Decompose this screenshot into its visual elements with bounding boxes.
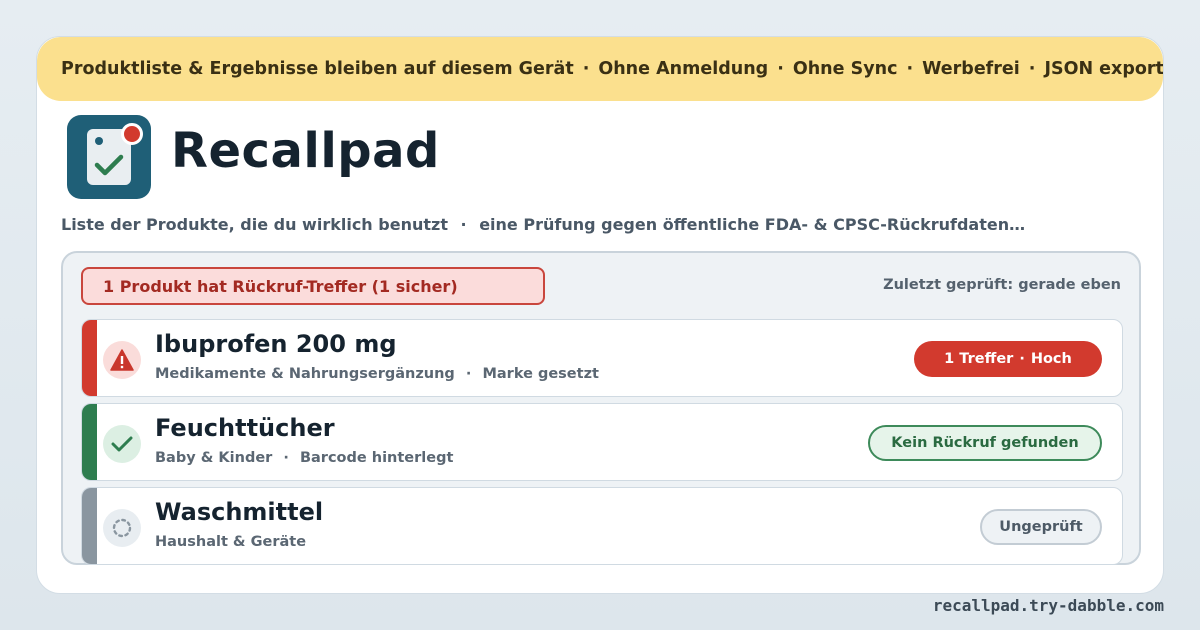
product-category: Haushalt & Geräte: [155, 534, 307, 550]
pending-icon: [103, 509, 141, 547]
subtitle-part: Liste der Produkte, die du wirklich benu…: [61, 215, 448, 234]
privacy-banner: Produktliste & Ergebnisse bleiben auf di…: [37, 37, 1163, 101]
meta-separator: ·: [465, 366, 472, 382]
recall-match-badge[interactable]: 1 Treffer · Hoch: [914, 341, 1102, 377]
product-category: Baby & Kinder: [155, 450, 273, 466]
clipboard-check-icon: [67, 115, 151, 199]
pill-separator: ·: [1019, 351, 1025, 367]
product-row-ibuprofen[interactable]: Ibuprofen 200 mg Medikamente & Nahrungse…: [81, 319, 1123, 397]
product-detail: Marke gesetzt: [482, 366, 599, 382]
app-subtitle: Liste der Produkte, die du wirklich benu…: [61, 215, 1025, 234]
warning-icon: [103, 341, 141, 379]
product-panel: 1 Produkt hat Rückruf-Treffer (1 sicher)…: [61, 251, 1141, 565]
status-accent-bar: [82, 488, 97, 564]
product-name: Waschmittel: [155, 498, 324, 526]
banner-item: Ohne Anmeldung: [598, 59, 769, 79]
product-meta: Haushalt & Geräte: [155, 534, 306, 550]
product-row-waschmittel[interactable]: Waschmittel Haushalt & Geräte Ungeprüft: [81, 487, 1123, 565]
site-url[interactable]: recallpad.try-dabble.com: [933, 596, 1164, 615]
match-count: 1 Treffer: [944, 351, 1014, 367]
banner-item: Ohne Sync: [792, 59, 898, 79]
product-name: Ibuprofen 200 mg: [155, 330, 397, 358]
subtitle-separator: ·: [460, 215, 467, 234]
product-category: Medikamente & Nahrungsergänzung: [155, 366, 455, 382]
banner-item: Werbefrei: [922, 59, 1020, 79]
status-accent-bar: [82, 404, 97, 480]
product-meta: Baby & Kinder · Barcode hinterlegt: [155, 450, 453, 466]
meta-separator: ·: [283, 450, 289, 466]
banner-item: Produktliste & Ergebnisse bleiben auf di…: [61, 59, 574, 79]
status-accent-bar: [82, 320, 97, 396]
app-title: Recallpad: [171, 123, 440, 179]
last-checked-status: Zuletzt geprüft: gerade eben: [883, 277, 1121, 293]
banner-separator: ·: [1028, 59, 1036, 79]
banner-separator: ·: [777, 59, 784, 79]
product-detail: Barcode hinterlegt: [299, 450, 454, 466]
subtitle-part: eine Prüfung gegen öffentliche FDA- & CP…: [479, 215, 1026, 234]
app-card: Produktliste & Ergebnisse bleiben auf di…: [36, 36, 1164, 594]
unchecked-badge[interactable]: Ungeprüft: [980, 509, 1102, 545]
match-severity: Hoch: [1030, 351, 1072, 367]
product-row-feuchttuecher[interactable]: Feuchttücher Baby & Kinder · Barcode hin…: [81, 403, 1123, 481]
check-icon: [103, 425, 141, 463]
product-meta: Medikamente & Nahrungsergänzung · Marke …: [155, 366, 599, 382]
no-recall-badge[interactable]: Kein Rückruf gefunden: [868, 425, 1102, 461]
banner-item: JSON exportieren: [1044, 59, 1164, 79]
banner-separator: ·: [906, 59, 914, 79]
product-name: Feuchttücher: [155, 414, 335, 442]
banner-separator: ·: [582, 59, 590, 79]
recall-alert-badge[interactable]: 1 Produkt hat Rückruf-Treffer (1 sicher): [81, 267, 545, 305]
